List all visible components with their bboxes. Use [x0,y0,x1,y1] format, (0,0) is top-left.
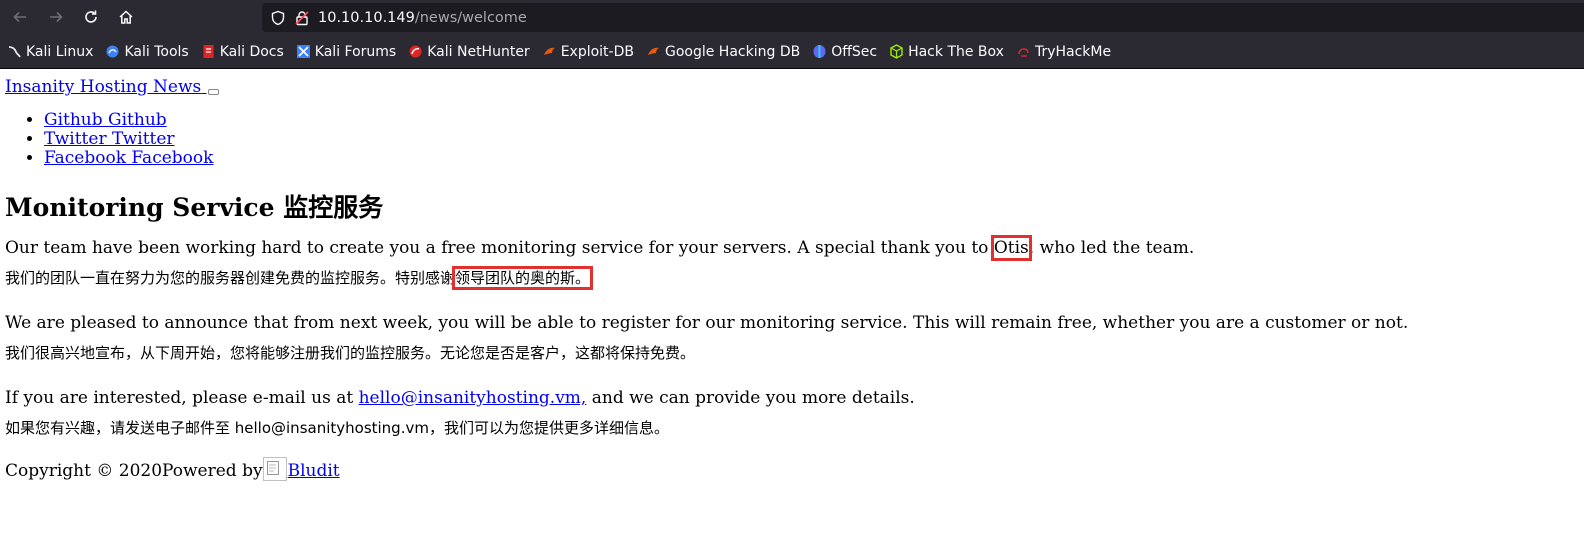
bookmark-kali-docs[interactable]: Kali Docs [201,44,284,60]
text-segment: If you are interested, please e-mail us … [5,388,359,408]
bookmark-label: Kali Linux [26,43,94,60]
site-brand-label: Insanity Hosting News [5,77,202,97]
article-title: Monitoring Service 监控服务 [5,193,384,222]
nethunter-icon [408,44,423,59]
footer: Copyright © 2020Powered by Bludit [5,457,1579,481]
navbar-toggler-button[interactable] [207,89,219,95]
kali-docs-icon [201,44,216,59]
reload-button[interactable] [78,4,104,30]
text-segment: , who led the team. [1028,238,1195,258]
exploit-db-icon [542,44,557,59]
bookmark-kali-nethunter[interactable]: Kali NetHunter [408,43,530,60]
facebook-link[interactable]: Facebook Facebook [44,148,213,168]
page-content: Insanity Hosting News Github Github Twit… [0,69,1584,481]
home-icon [119,10,133,24]
bookmark-tryhackme[interactable]: TryHackMe [1016,44,1111,60]
home-button[interactable] [113,4,139,30]
bludit-link[interactable]: Bludit [288,461,340,481]
bookmark-label: Hack The Box [908,43,1004,60]
bookmark-label: OffSec [831,43,878,60]
bookmark-kali-forums[interactable]: Kali Forums [296,44,396,60]
broken-image-icon [262,457,287,481]
back-button[interactable] [7,4,33,30]
github-link[interactable]: Github Github [44,110,167,130]
bookmark-hack-the-box[interactable]: Hack The Box [889,44,1004,60]
social-links-list: Github Github Twitter Twitter Facebook F… [5,111,1579,168]
text-segment: 我们的团队一直在努力为您的服务器创建免费的监控服务。特别感谢 [5,269,456,287]
paragraph-3-cn: 如果您有兴趣，请发送电子邮件至 hello@insanityhosting.vm… [5,419,669,437]
paragraph-2-en: We are pleased to announce that from nex… [5,313,1409,333]
kali-tools-icon [105,44,120,59]
list-item: Github Github [44,111,1579,130]
address-bar[interactable]: 10.10.10.149/news/welcome [262,3,1584,32]
site-brand-link[interactable]: Insanity Hosting News [5,77,219,97]
bookmark-kali-linux[interactable]: Kali Linux [7,44,93,60]
bookmark-label: Google Hacking DB [664,43,801,60]
bookmark-label: Kali Tools [124,43,189,60]
paragraph-1-en: Our team have been working hard to creat… [5,235,1579,261]
kali-forums-icon [296,44,311,59]
tryhackme-icon [1016,44,1031,59]
list-item: Facebook Facebook [44,149,1579,168]
insecure-lock-icon[interactable] [294,10,310,26]
arrow-right-icon [50,11,63,23]
browser-toolbar: 10.10.10.149/news/welcome [0,0,1584,35]
paragraph-3-en: If you are interested, please e-mail us … [5,387,1579,409]
browser-chrome: 10.10.10.149/news/welcome Kali Linux Kal… [0,0,1584,69]
text-segment: Our team have been working hard to creat… [5,238,994,258]
shield-icon[interactable] [270,10,286,26]
bookmark-exploit-db[interactable]: Exploit-DB [542,44,634,60]
bookmark-label: Exploit-DB [560,43,634,60]
kali-dragon-icon [7,44,22,59]
bookmark-label: Kali NetHunter [427,43,530,60]
paragraph-1-cn: 我们的团队一直在努力为您的服务器创建免费的监控服务。特别感谢领导团队的奥的斯。 [5,266,1579,290]
highlight-otis: Otis [990,235,1032,261]
forward-button[interactable] [43,4,69,30]
bookmarks-toolbar: Kali Linux Kali Tools Kali Docs Kali For… [0,35,1584,69]
arrow-left-icon [13,11,26,23]
bookmark-google-hacking-db[interactable]: Google Hacking DB [646,44,800,60]
hackthebox-cube-icon [889,44,904,59]
url-path: /news/welcome [414,9,527,26]
offsec-icon [812,44,827,59]
bookmark-offsec[interactable]: OffSec [812,44,877,60]
copyright-text: Copyright © 2020Powered by [5,461,263,481]
bookmark-kali-tools[interactable]: Kali Tools [105,43,189,60]
ghdb-icon [646,44,661,59]
email-link[interactable]: hello@insanityhosting.vm, [359,388,587,408]
text-segment: and we can provide you more details. [586,388,915,408]
twitter-link[interactable]: Twitter Twitter [44,129,175,149]
bookmark-label: TryHackMe [1034,43,1112,60]
highlight-otis-cn: 领导团队的奥的斯。 [452,266,594,290]
bookmark-label: Kali Forums [314,43,397,60]
url-host: 10.10.10.149 [318,9,415,26]
reload-icon [85,10,97,23]
bookmark-label: Kali Docs [219,43,284,60]
paragraph-2-cn: 我们很高兴地宣布，从下周开始，您将能够注册我们的监控服务。无论您是否是客户，这都… [5,344,696,362]
list-item: Twitter Twitter [44,130,1579,149]
